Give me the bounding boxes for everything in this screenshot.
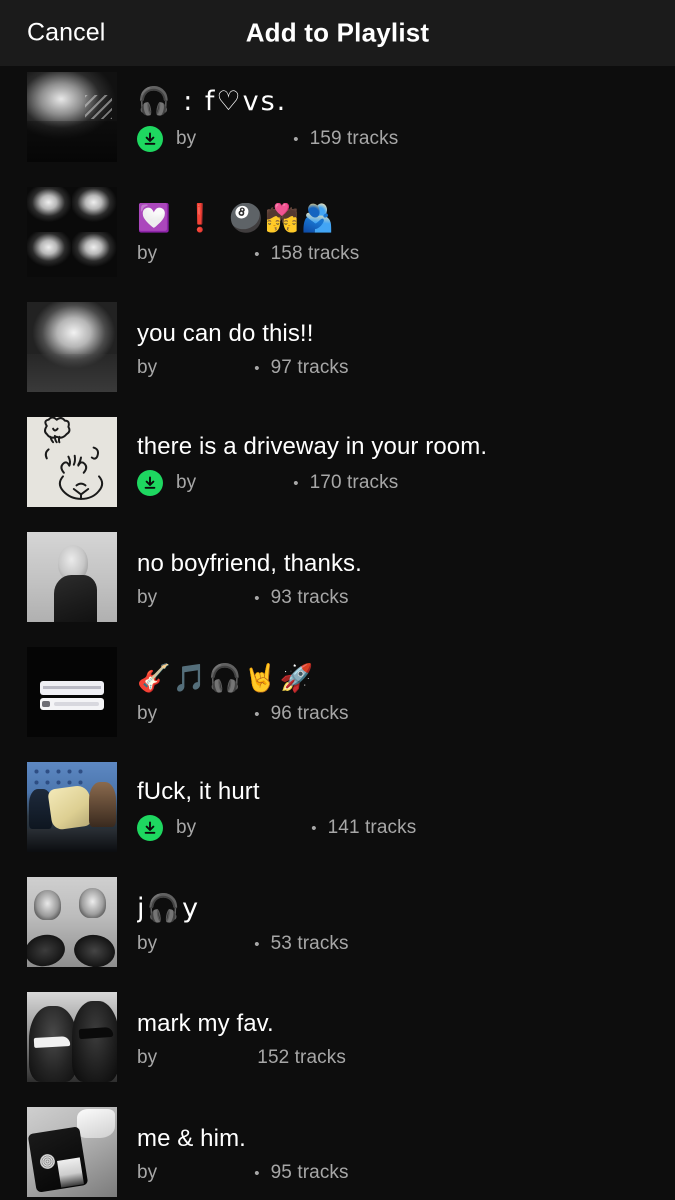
playlist-subtitle: by • 158 tracks (137, 243, 675, 265)
playlist-row[interactable]: me & him. by • 95 tracks (0, 1101, 675, 1200)
playlist-track-count: 95 tracks (270, 1162, 349, 1184)
playlist-meta: j🎧y by • 53 tracks (137, 871, 675, 973)
playlist-by-label: by (137, 587, 158, 609)
playlist-row[interactable]: mark my fav. by 152 tracks (0, 986, 675, 1101)
playlist-title: no boyfriend, thanks. (137, 549, 362, 577)
playlist-row[interactable]: 🎸🎵🎧🤘🚀 by • 96 tracks (0, 641, 675, 756)
playlist-subtitle: by • 53 tracks (137, 933, 675, 955)
playlist-meta: mark my fav. by 152 tracks (137, 986, 675, 1088)
playlist-title: 💟 ❗ 🎱💏🫂 (137, 202, 337, 234)
playlist-track-count: 93 tracks (270, 587, 349, 609)
playlist-title: 🎸🎵🎧🤘🚀 (137, 662, 316, 694)
playlist-meta: me & him. by • 95 tracks (137, 1101, 675, 1200)
playlist-row[interactable]: 🎧 : f♡vs. by • 159 tracks (0, 66, 675, 181)
playlist-subtitle: by 152 tracks (137, 1047, 675, 1069)
playlist-meta: you can do this!! by • 97 tracks (137, 296, 675, 398)
playlist-track-count: 152 tracks (257, 1047, 346, 1069)
playlist-by-label: by (137, 933, 158, 955)
playlist-by-label: by (137, 357, 158, 379)
playlist-by-label: by (137, 243, 158, 265)
page-title: Add to Playlist (245, 17, 430, 48)
download-icon (137, 470, 163, 497)
playlist-cover-image (27, 417, 117, 507)
playlist-track-count: 96 tracks (270, 703, 349, 725)
playlist-meta: no boyfriend, thanks. by • 93 tracks (137, 526, 675, 628)
playlist-subtitle: by • 93 tracks (137, 587, 675, 609)
playlist-row[interactable]: fUck, it hurt by • 141 tracks (0, 756, 675, 871)
playlist-cover-image (27, 647, 117, 737)
playlist-by-label: by (137, 1162, 158, 1184)
playlist-meta: fUck, it hurt by • 141 tracks (137, 756, 675, 858)
playlist-track-count: 158 tracks (270, 243, 360, 265)
playlist-meta: 💟 ❗ 🎱💏🫂 by • 158 tracks (137, 181, 675, 283)
playlist-subtitle: by • 141 tracks (137, 815, 675, 842)
playlist-cover-image (27, 1107, 117, 1197)
playlist-cover-image (27, 187, 117, 277)
playlist-cover-image (27, 72, 117, 162)
playlist-by-label: by (176, 128, 197, 150)
playlist-track-count: 53 tracks (270, 933, 349, 955)
playlist-meta: 🎸🎵🎧🤘🚀 by • 96 tracks (137, 641, 675, 743)
download-icon (137, 815, 163, 842)
playlist-cover-image (27, 302, 117, 392)
playlist-row[interactable]: j🎧y by • 53 tracks (0, 871, 675, 986)
playlist-by-label: by (176, 817, 197, 839)
separator-dot: • (293, 130, 299, 148)
playlist-by-label: by (137, 703, 158, 725)
playlist-row[interactable]: no boyfriend, thanks. by • 93 tracks (0, 526, 675, 641)
playlist-cover-image (27, 762, 117, 852)
separator-dot: • (254, 935, 260, 953)
playlist-by-label: by (176, 472, 197, 494)
playlist-title: j🎧y (137, 892, 201, 924)
playlist-title: there is a driveway in your room. (137, 432, 488, 460)
playlist-title: fUck, it hurt (137, 777, 260, 805)
playlist-subtitle: by • 95 tracks (137, 1162, 675, 1184)
playlist-meta: 🎧 : f♡vs. by • 159 tracks (137, 66, 675, 168)
playlist-subtitle: by • 97 tracks (137, 357, 675, 379)
separator-dot: • (254, 245, 260, 263)
separator-dot: • (254, 705, 260, 723)
playlist-track-count: 141 tracks (327, 817, 417, 839)
playlist-title: 🎧 : f♡vs. (137, 85, 288, 117)
playlist-cover-image (27, 877, 117, 967)
separator-dot: • (254, 359, 260, 377)
playlist-meta: there is a driveway in your room. by • 170 … (137, 411, 675, 513)
separator-dot: • (293, 474, 299, 492)
playlist-by-label: by (137, 1047, 158, 1069)
playlist-subtitle: by • 170 tracks (137, 470, 675, 497)
download-icon (137, 126, 163, 153)
playlist-title: mark my fav. (137, 1009, 274, 1037)
playlist-title: me & him. (137, 1124, 246, 1152)
playlist-title: you can do this!! (137, 319, 314, 347)
playlist-cover-image (27, 532, 117, 622)
playlist-track-count: 97 tracks (270, 357, 349, 379)
playlist-subtitle: by • 159 tracks (137, 126, 675, 153)
separator-dot: • (254, 589, 260, 607)
playlist-row[interactable]: you can do this!! by • 97 tracks (0, 296, 675, 411)
add-to-playlist-screen: Cancel Add to Playlist 🎧 : f♡vs. by • 159 t… (0, 0, 675, 1200)
screen-header: Cancel Add to Playlist (0, 0, 675, 66)
playlist-cover-image (27, 992, 117, 1082)
playlist-row[interactable]: 💟 ❗ 🎱💏🫂 by • 158 tracks (0, 181, 675, 296)
playlist-track-count: 159 tracks (309, 128, 399, 150)
playlist-list[interactable]: 🎧 : f♡vs. by • 159 tracks 💟 ❗ 🎱💏🫂 by • 158 trac… (0, 66, 675, 1200)
separator-dot: • (311, 819, 317, 837)
separator-dot: • (254, 1164, 260, 1182)
playlist-track-count: 170 tracks (309, 472, 399, 494)
playlist-row[interactable]: there is a driveway in your room. by • 170 … (0, 411, 675, 526)
playlist-subtitle: by • 96 tracks (137, 703, 675, 725)
